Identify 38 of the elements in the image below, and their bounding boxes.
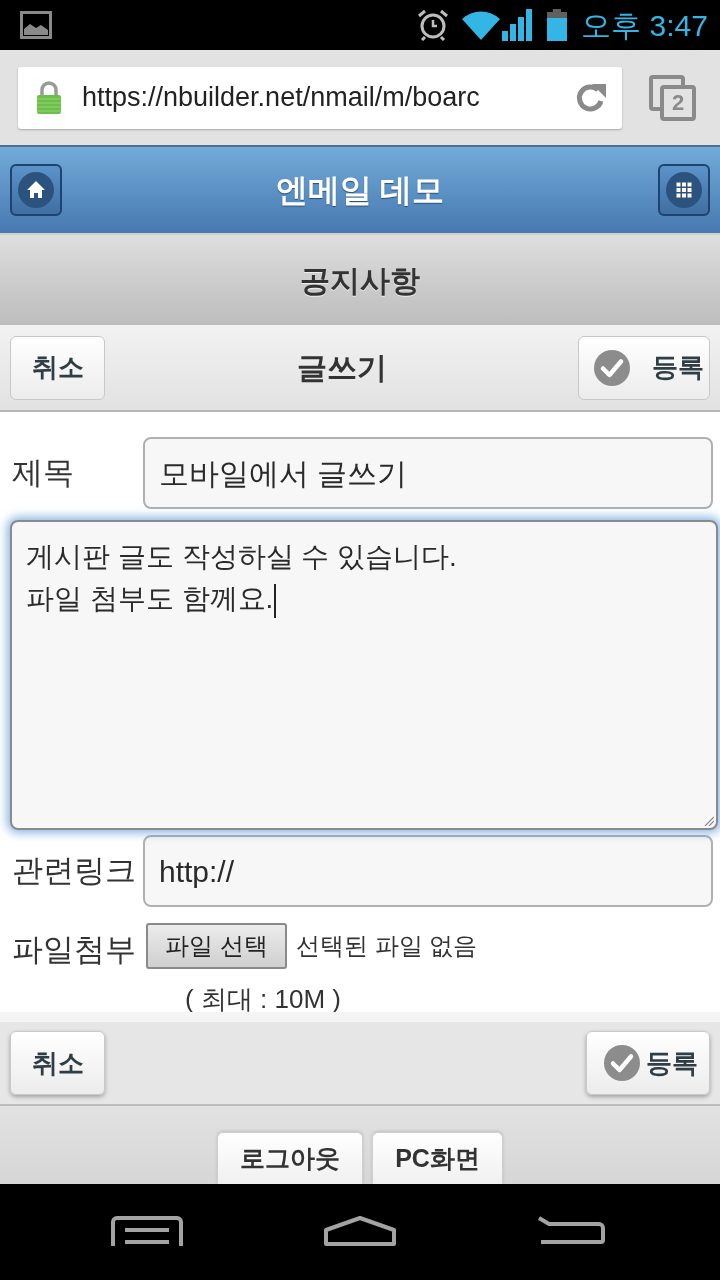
grid-icon <box>666 172 702 208</box>
field-label: 파일첨부 <box>11 931 137 969</box>
wifi-icon <box>462 10 501 40</box>
page-title: 글쓰기 <box>296 350 387 386</box>
file-size-note: ( 최대 : 10M ) <box>185 982 341 1016</box>
field-label: 관련링크 <box>11 851 137 890</box>
home-button[interactable] <box>10 164 62 216</box>
choose-file-button[interactable]: 파일 선택 <box>146 923 287 970</box>
cancel-button[interactable]: 취소 <box>10 335 105 400</box>
signal-icon <box>502 9 533 41</box>
back-icon[interactable] <box>537 1216 607 1244</box>
section-title: 공지사항 <box>300 262 420 299</box>
check-icon <box>604 1045 640 1081</box>
footer-link-button[interactable]: PC화면 <box>372 1132 503 1184</box>
battery-icon <box>547 9 568 41</box>
address-field[interactable]: https://nbuilder.net/nmail/m/boarc <box>18 66 622 129</box>
alarm-clock-icon <box>417 9 450 41</box>
footer-link-button[interactable]: 로그아웃 <box>217 1132 364 1184</box>
url-text: https://nbuilder.net/nmail/m/boarc <box>82 81 480 115</box>
image-icon <box>20 11 52 39</box>
lock-icon <box>36 80 62 115</box>
field-label: 제목 <box>11 453 75 492</box>
text-input[interactable]: 모바일에서 글쓰기 <box>143 437 713 509</box>
register-button[interactable]: 등록 <box>586 1031 710 1095</box>
text-cursor <box>274 583 277 618</box>
check-icon <box>594 349 630 386</box>
resize-grip-icon <box>704 816 714 826</box>
menu-icon[interactable] <box>111 1216 183 1246</box>
file-status-text: 선택된 파일 없음 <box>296 931 478 962</box>
menu-button[interactable] <box>658 164 710 216</box>
status-time: 오후 3:47 <box>581 7 708 44</box>
register-button[interactable]: 등록 <box>578 335 710 400</box>
text-input[interactable]: http:// <box>143 835 713 907</box>
cancel-button[interactable]: 취소 <box>10 1031 105 1095</box>
home-icon <box>18 172 54 208</box>
app-title: 엔메일 데모 <box>275 171 445 210</box>
home-icon[interactable] <box>324 1216 396 1246</box>
text-area[interactable]: 게시판 글도 작성하실 수 있습니다. 파일 첨부도 함께요. <box>10 520 718 830</box>
